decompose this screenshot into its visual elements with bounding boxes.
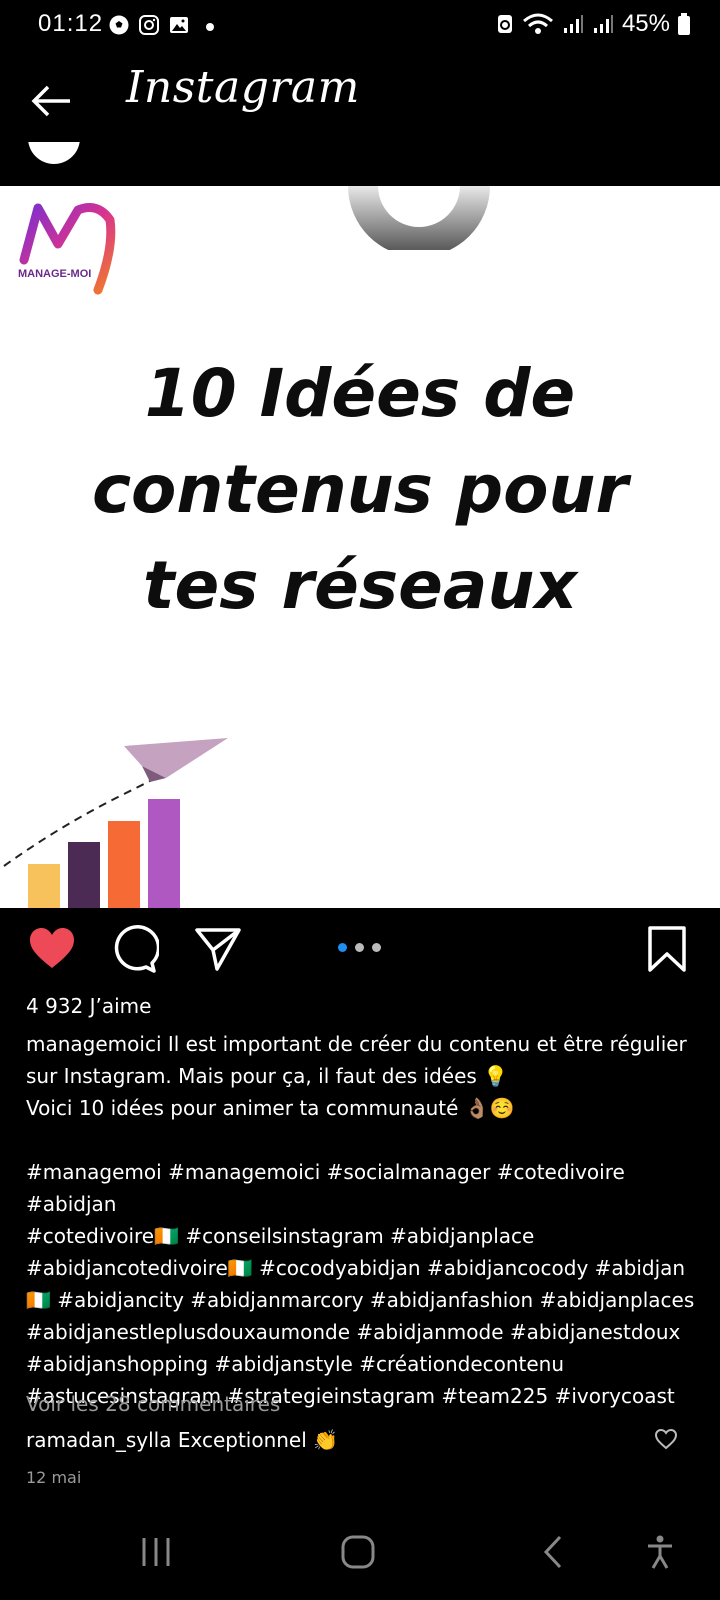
back-arrow-icon[interactable] xyxy=(28,78,74,124)
status-time: 01:12 xyxy=(38,10,104,37)
carousel-dot-active xyxy=(338,943,347,952)
hashtag-line[interactable]: #abidjanshopping #abidjanstyle #création… xyxy=(26,1348,716,1380)
decorative-ring-shape xyxy=(348,186,490,250)
headline-line: tes réseaux xyxy=(142,547,578,624)
recycle-icon xyxy=(497,15,512,33)
hashtag-line[interactable]: 🇨🇮 #abidjancity #abidjanmarcory #abidjan… xyxy=(26,1284,716,1316)
comment-row: ramadan_sylla Exceptionnel 👏 xyxy=(26,1424,338,1456)
hashtag-line[interactable]: #abidjanestleplusdouxaumonde #abidjanmod… xyxy=(26,1316,716,1348)
brand-logo: MANAGE-MOI xyxy=(18,198,122,298)
headline-line: 10 Idées de xyxy=(144,355,576,432)
battery-percent: 45% xyxy=(621,10,670,37)
status-right: 45% xyxy=(496,10,690,38)
chart-bar-1 xyxy=(28,864,60,908)
hashtag-line[interactable]: #abidjancotedivoire🇨🇮 #cocodyabidjan #ab… xyxy=(26,1252,716,1284)
app-title: Instagram xyxy=(126,62,360,113)
wifi-icon xyxy=(522,13,553,34)
post-caption[interactable]: managemoici Il est important de créer du… xyxy=(26,1028,706,1124)
headline-line: contenus pour xyxy=(91,451,629,528)
post-image[interactable]: MANAGE-MOI 10 Idées de contenus pour tes… xyxy=(0,186,720,908)
caption-line: sur Instagram. Mais pour ça, il faut des… xyxy=(26,1064,509,1088)
avatar-partial[interactable] xyxy=(28,142,80,164)
signal-icon-1 xyxy=(563,15,583,33)
gallery-icon xyxy=(170,17,188,33)
carousel-indicator xyxy=(338,943,381,952)
accessibility-icon[interactable] xyxy=(640,1532,680,1572)
view-comments-link[interactable]: Voir les 28 commentaires xyxy=(26,1388,280,1420)
battery-icon xyxy=(678,13,690,35)
hashtag-line[interactable]: #cotedivoire🇨🇮 #conseilsinstagram #abidj… xyxy=(26,1220,716,1252)
paper-plane-shape xyxy=(124,738,228,778)
recent-apps-icon[interactable] xyxy=(136,1532,176,1572)
hashtag-line[interactable]: #managemoi #managemoici #socialmanager #… xyxy=(26,1156,716,1220)
chart-bar-3 xyxy=(108,821,140,908)
share-icon[interactable] xyxy=(193,924,243,974)
status-bar: 01:12 45% xyxy=(0,0,720,52)
comment-text: Exceptionnel 👏 xyxy=(177,1428,339,1452)
post-hashtags[interactable]: #managemoi #managemoici #socialmanager #… xyxy=(26,1156,716,1412)
post-date: 12 mai xyxy=(26,1468,82,1487)
comment-username[interactable]: ramadan_sylla xyxy=(26,1428,171,1452)
caption-line: Voici 10 idées pour animer ta communauté… xyxy=(26,1096,515,1120)
carousel-dot xyxy=(372,943,381,952)
more-notifications-dot-icon xyxy=(206,23,214,31)
chart-bar-4 xyxy=(148,799,180,908)
save-bookmark-icon[interactable] xyxy=(642,924,692,974)
carousel-dot xyxy=(355,943,364,952)
caption-line: managemoici Il est important de créer du… xyxy=(26,1032,687,1056)
chart-bar-2 xyxy=(68,842,100,908)
instagram-notification-icon xyxy=(139,15,159,35)
home-icon[interactable] xyxy=(338,1532,378,1572)
brand-name: MANAGE-MOI xyxy=(18,268,92,280)
comment-icon[interactable] xyxy=(109,924,159,974)
post-headline: 10 Idées de contenus pour tes réseaux xyxy=(0,346,720,634)
comment-like-heart-icon[interactable] xyxy=(654,1428,678,1450)
likes-count[interactable]: 4 932 J’aime xyxy=(26,990,151,1022)
soccer-ball-icon xyxy=(109,15,129,35)
brand-logo-mark xyxy=(19,203,116,295)
back-nav-icon[interactable] xyxy=(534,1532,574,1572)
signal-icon-2 xyxy=(593,15,613,33)
growth-chart-illustration xyxy=(3,738,228,908)
like-heart-icon[interactable] xyxy=(27,924,77,974)
